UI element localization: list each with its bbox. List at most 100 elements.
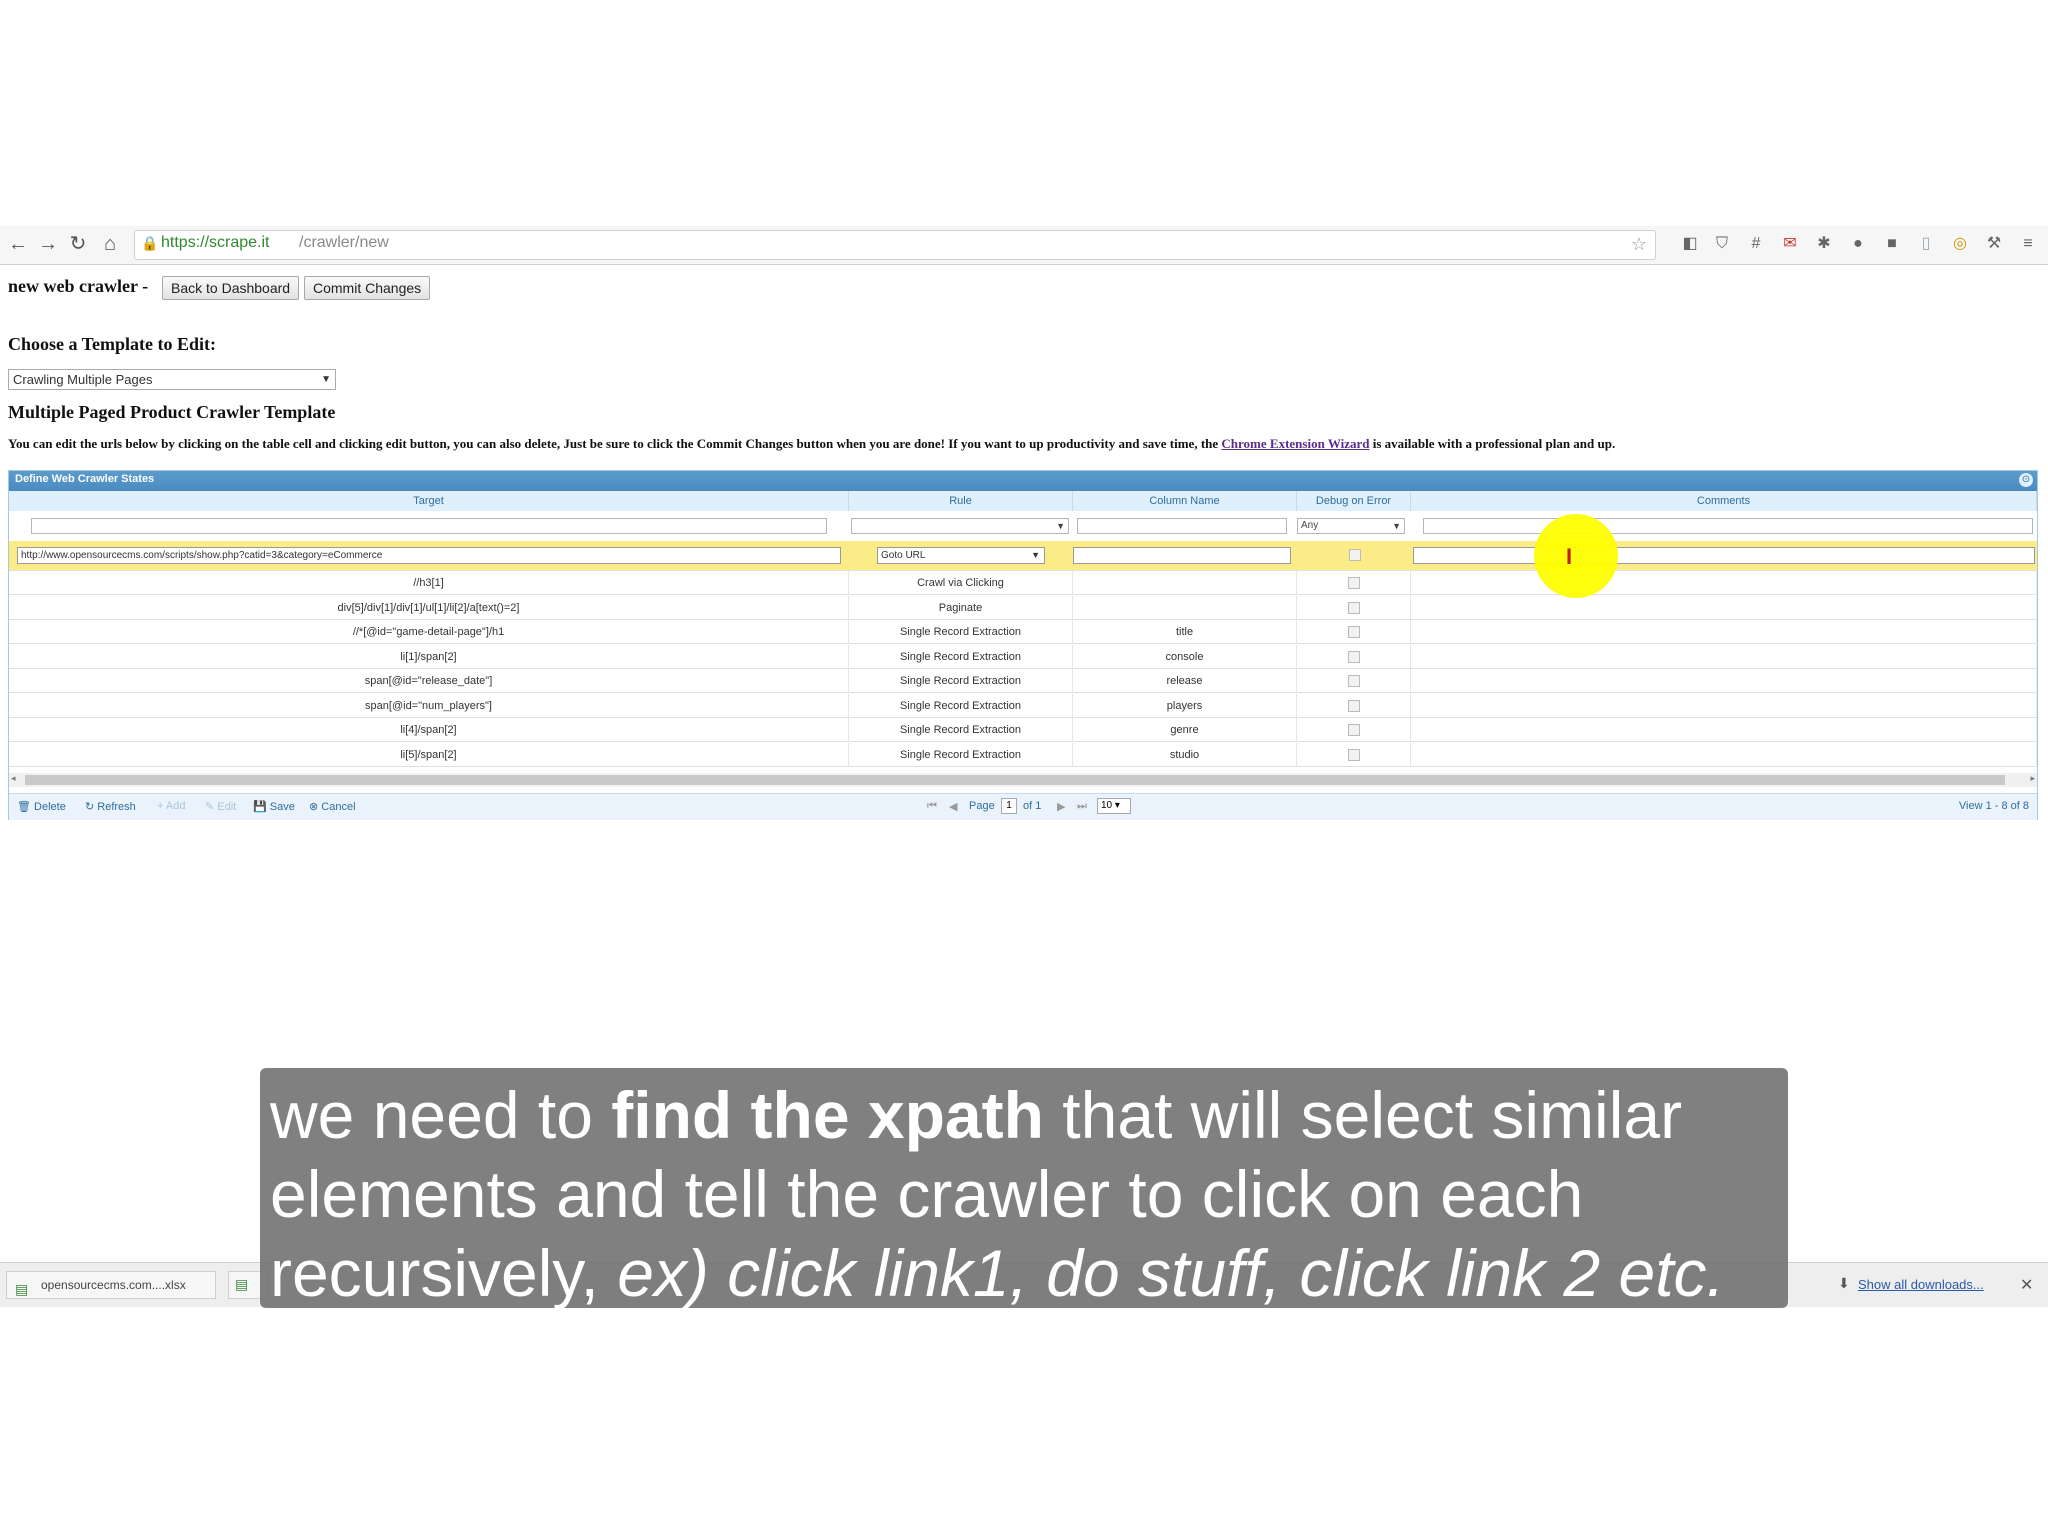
cell-debug[interactable] (1297, 620, 1411, 644)
cell-rule[interactable]: Single Record Extraction (849, 644, 1073, 669)
table-row[interactable]: //h3[1] Crawl via Clicking (9, 571, 2037, 595)
cell-target[interactable]: //*[@id="game-detail-page"]/h1 (9, 620, 849, 644)
cell-debug[interactable] (1297, 595, 1411, 620)
column-header-rule[interactable]: Rule (849, 491, 1073, 511)
cell-debug[interactable] (1297, 742, 1411, 767)
cell-comments[interactable] (1411, 644, 2037, 669)
column-header-comments[interactable]: Comments (1411, 491, 2037, 511)
debug-checkbox[interactable] (1348, 748, 1360, 761)
edit-target-input[interactable]: http://www.opensourcecms.com/scripts/sho… (17, 547, 841, 564)
cell-column-name[interactable]: studio (1073, 742, 1297, 767)
table-row[interactable]: li[1]/span[2] Single Record Extraction con… (9, 644, 2037, 669)
table-row[interactable]: //*[@id="game-detail-page"]/h1 Single Rec… (9, 620, 2037, 644)
chrome-extension-wizard-link[interactable]: Chrome Extension Wizard (1221, 436, 1369, 451)
circle-icon[interactable]: ● (1848, 234, 1868, 254)
cell-comments[interactable] (1411, 595, 2037, 620)
back-to-dashboard-button[interactable]: Back to Dashboard (162, 276, 300, 300)
next-page-icon[interactable]: ▶ (1057, 800, 1065, 813)
add-button[interactable]: + Add (157, 800, 185, 812)
cell-target[interactable]: li[5]/span[2] (9, 742, 849, 767)
column-header-debug[interactable]: Debug on Error (1297, 491, 1411, 511)
cell-comments[interactable] (1411, 718, 2037, 742)
cell-rule[interactable]: Single Record Extraction (849, 669, 1073, 693)
cell-debug[interactable] (1297, 571, 1411, 595)
rows-per-page-select[interactable]: 10 ▾ (1097, 798, 1131, 814)
edit-column-input[interactable] (1073, 547, 1291, 564)
cell-column-name[interactable]: players (1073, 693, 1297, 718)
download-item[interactable]: ▤ opensourcecms.com....xlsx (6, 1271, 216, 1299)
cell-rule[interactable]: Paginate (849, 595, 1073, 620)
debug-checkbox[interactable] (1348, 675, 1360, 687)
edit-debug-checkbox[interactable] (1349, 549, 1361, 561)
extension-icon[interactable]: ◧ (1680, 234, 1700, 254)
bookmark-star-icon[interactable]: ☆ (1631, 234, 1647, 255)
scrollbar-thumb[interactable] (25, 775, 2005, 785)
back-arrow-icon[interactable]: ← (6, 232, 30, 256)
scroll-right-icon[interactable]: ▸ (2030, 773, 2035, 784)
column-header-target[interactable]: Target (9, 491, 849, 511)
close-icon[interactable]: ✕ (2020, 1275, 2033, 1295)
address-bar[interactable]: 🔒 https://scrape.it /crawler/new ☆ (134, 230, 1656, 260)
cell-rule[interactable]: Single Record Extraction (849, 620, 1073, 644)
save-button[interactable]: 💾 Save (253, 800, 295, 813)
square-icon[interactable]: ■ (1882, 234, 1902, 254)
filter-target-input[interactable] (31, 518, 827, 534)
cell-rule[interactable]: Single Record Extraction (849, 742, 1073, 767)
edit-rule-select[interactable]: Goto URL ▼ (877, 547, 1045, 564)
horizontal-scrollbar[interactable]: ◂ ▸ (9, 773, 2037, 787)
cell-rule[interactable]: Single Record Extraction (849, 693, 1073, 718)
cell-comments[interactable] (1411, 669, 2037, 693)
collapse-icon[interactable]: ⊙ (2019, 473, 2033, 487)
edit-button[interactable]: ✎ Edit (205, 800, 236, 813)
filter-debug-select[interactable]: Any ▼ (1297, 518, 1405, 534)
table-row[interactable]: li[5]/span[2] Single Record Extraction stu… (9, 742, 2037, 767)
prev-page-icon[interactable]: ◀ (949, 800, 957, 813)
cell-target[interactable]: div[5]/div[1]/div[1]/ul[1]/li[2]/a[text(… (9, 595, 849, 620)
cell-target[interactable]: span[@id="release_date"] (9, 669, 849, 693)
cell-debug[interactable] (1297, 644, 1411, 669)
cell-column-name[interactable]: genre (1073, 718, 1297, 742)
cell-comments[interactable] (1411, 693, 2037, 718)
cell-rule[interactable]: Crawl via Clicking (849, 571, 1073, 595)
cell-column-name[interactable] (1073, 595, 1297, 620)
cell-debug[interactable] (1297, 669, 1411, 693)
commit-changes-button[interactable]: Commit Changes (304, 276, 431, 300)
template-select[interactable]: Crawling Multiple Pages ▼ (8, 369, 336, 390)
cell-debug[interactable] (1297, 718, 1411, 742)
edit-comments-input[interactable] (1413, 547, 2035, 564)
reload-icon[interactable]: ↻ (66, 232, 90, 256)
table-row-editing[interactable]: http://www.opensourcecms.com/scripts/sho… (9, 541, 2037, 571)
debug-checkbox[interactable] (1348, 626, 1360, 638)
cell-target[interactable]: //h3[1] (9, 571, 849, 595)
debug-checkbox[interactable] (1348, 601, 1360, 614)
column-header-column-name[interactable]: Column Name (1073, 491, 1297, 511)
cancel-button[interactable]: ⊗ Cancel (309, 800, 356, 813)
scroll-left-icon[interactable]: ◂ (11, 773, 16, 784)
cell-column-name[interactable] (1073, 571, 1297, 595)
cell-target[interactable]: span[@id="num_players"] (9, 693, 849, 718)
delete-button[interactable]: 🗑 Delete (17, 800, 66, 813)
cell-target[interactable]: li[4]/span[2] (9, 718, 849, 742)
page-number-input[interactable]: 1 (1001, 798, 1017, 814)
table-row[interactable]: div[5]/div[1]/div[1]/ul[1]/li[2]/a[text(… (9, 595, 2037, 620)
document-icon[interactable]: ▯ (1916, 234, 1936, 254)
table-row[interactable]: li[4]/span[2] Single Record Extraction gen… (9, 718, 2037, 742)
home-icon[interactable]: ⌂ (98, 232, 122, 256)
cell-column-name[interactable]: console (1073, 644, 1297, 669)
cell-column-name[interactable]: release (1073, 669, 1297, 693)
cell-debug[interactable] (1297, 693, 1411, 718)
filter-rule-select[interactable]: ▼ (851, 518, 1069, 534)
debug-checkbox[interactable] (1348, 699, 1360, 712)
table-row[interactable]: span[@id="release_date"] Single Record Ex… (9, 669, 2037, 693)
wrench-icon[interactable]: ⚒ (1984, 234, 2004, 254)
refresh-button[interactable]: ↻ Refresh (85, 800, 136, 813)
shield-icon[interactable]: ⛉ (1712, 234, 1732, 254)
debug-checkbox[interactable] (1348, 724, 1360, 736)
filter-column-input[interactable] (1077, 518, 1287, 534)
table-row[interactable]: span[@id="num_players"] Single Record Ext… (9, 693, 2037, 718)
chrome-icon[interactable]: ◎ (1950, 234, 1970, 254)
last-page-icon[interactable]: ⏭ (1077, 800, 1087, 813)
menu-icon[interactable]: ≡ (2018, 234, 2038, 254)
cell-column-name[interactable]: title (1073, 620, 1297, 644)
filter-comments-input[interactable] (1423, 518, 2033, 534)
